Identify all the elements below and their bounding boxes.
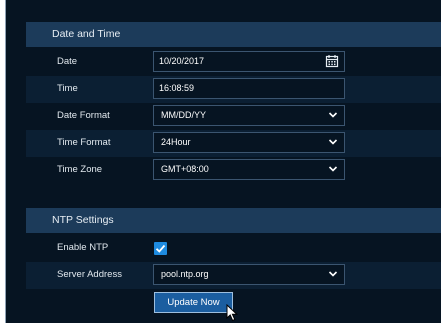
time-format-select[interactable]: 24Hour [153,132,345,153]
date-format-label: Date Format [57,110,110,121]
time-zone-select[interactable]: GMT+08:00 [153,159,345,180]
time-zone-row: Time Zone GMT+08:00 [26,157,441,184]
enable-ntp-checkbox[interactable] [154,242,167,255]
date-label: Date [57,56,78,67]
chevron-down-icon [328,139,338,145]
date-row: Date 10/20/2017 [26,49,441,76]
time-zone-label: Time Zone [57,164,103,175]
date-time-header: Date and Time [26,22,441,47]
date-format-value: MM/DD/YY [161,110,206,120]
time-format-row: Time Format 24Hour [26,130,441,157]
date-field[interactable]: 10/20/2017 [153,51,345,72]
chevron-down-icon [328,271,338,277]
server-address-select[interactable]: pool.ntp.org [153,264,345,285]
server-address-label: Server Address [57,269,122,280]
server-address-value: pool.ntp.org [161,269,209,279]
date-value: 10/20/2017 [159,56,205,66]
ntp-header: NTP Settings [26,208,441,233]
time-label: Time [57,83,78,94]
update-now-button[interactable]: Update Now [154,292,233,313]
calendar-icon[interactable] [325,54,339,68]
time-format-value: 24Hour [161,137,191,147]
date-format-select[interactable]: MM/DD/YY [153,105,345,126]
time-row: Time 16:08:59 [26,76,441,103]
time-format-label: Time Format [57,137,111,148]
time-field[interactable]: 16:08:59 [153,78,345,99]
ntp-title: NTP Settings [52,214,114,226]
chevron-down-icon [328,112,338,118]
enable-ntp-label: Enable NTP [57,242,109,253]
date-time-title: Date and Time [52,28,121,40]
time-zone-value: GMT+08:00 [161,164,209,174]
chevron-down-icon [328,166,338,172]
time-value: 16:08:59 [159,83,195,93]
checkmark-icon [155,244,166,253]
mouse-pointer-icon [226,304,239,322]
enable-ntp-row: Enable NTP [26,235,441,262]
date-format-row: Date Format MM/DD/YY [26,103,441,130]
server-address-row: Server Address pool.ntp.org [26,262,441,289]
settings-panel: Date and Time Date 10/20/2017 Time 16:08… [5,0,441,323]
